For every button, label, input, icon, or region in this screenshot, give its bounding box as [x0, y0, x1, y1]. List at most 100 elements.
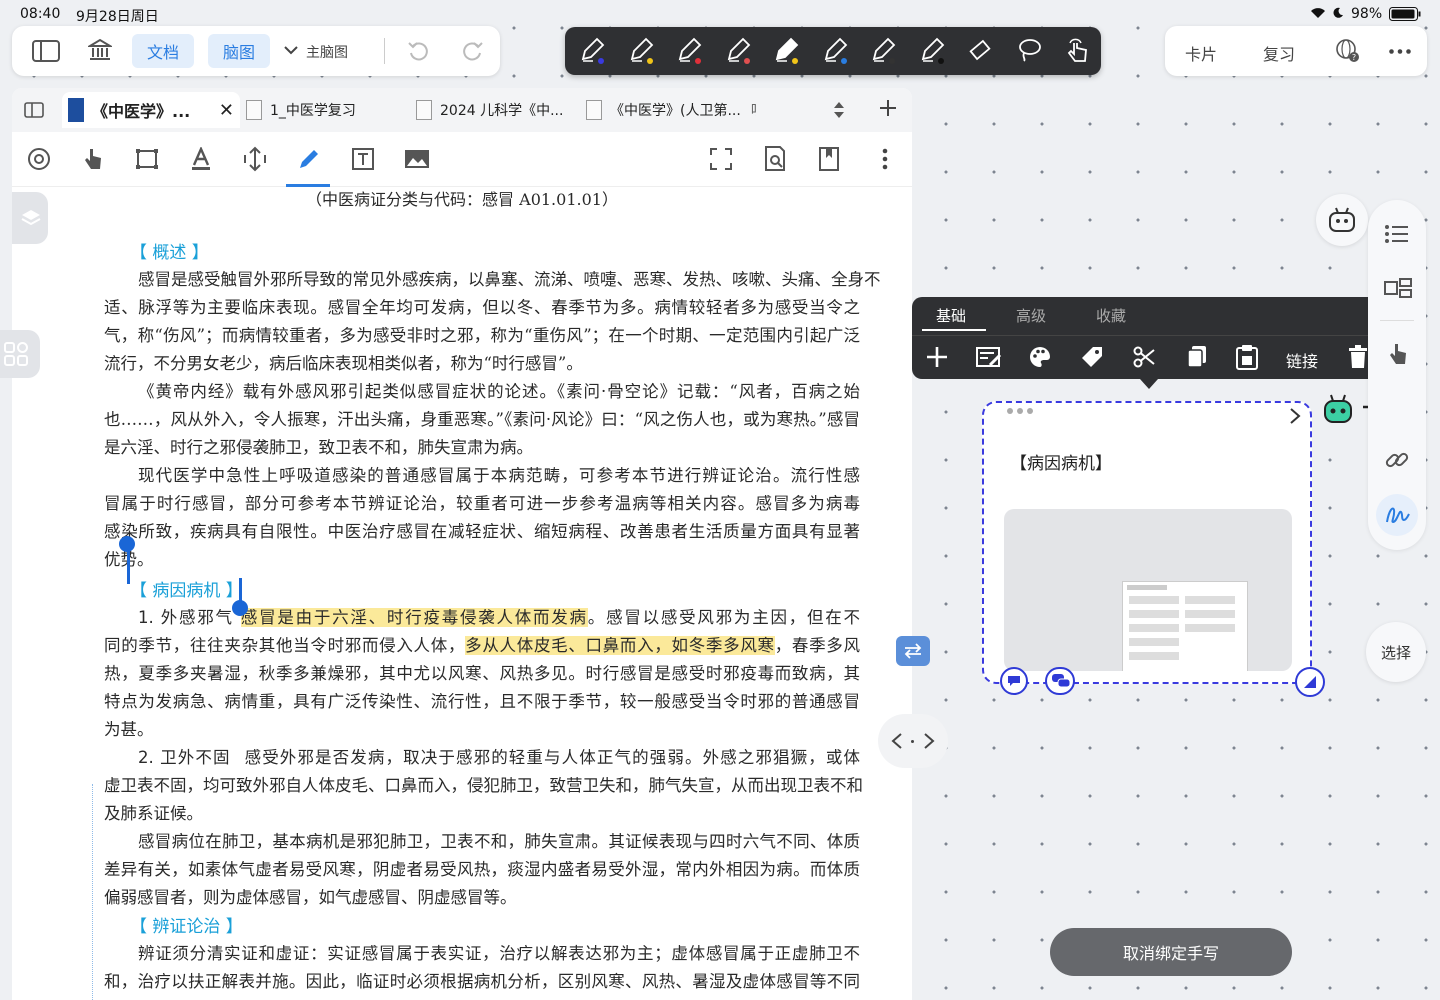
ai-assistant-button[interactable] — [1316, 194, 1368, 246]
handwriting-mode-button[interactable] — [1376, 494, 1418, 536]
mindmap-card[interactable]: 【病因病机】 — [982, 401, 1312, 684]
main-mindmap-selector[interactable]: 主脑图 — [306, 42, 348, 62]
swap-arrows-icon — [902, 642, 924, 660]
pen-toolbar — [565, 27, 1101, 75]
sidebar-toggle-icon[interactable] — [32, 40, 60, 62]
lasso-icon[interactable] — [1016, 37, 1042, 63]
select-button[interactable]: 选择 — [1366, 622, 1426, 682]
undo-icon[interactable] — [407, 40, 429, 62]
image-icon[interactable] — [402, 144, 432, 174]
hand-pointer-icon[interactable] — [78, 144, 108, 174]
more-vertical-icon[interactable] — [870, 144, 900, 174]
pen-icon[interactable] — [628, 37, 656, 65]
link-icon[interactable] — [1385, 448, 1409, 472]
highlighter-icon[interactable] — [725, 37, 753, 65]
drag-handle-icon[interactable] — [1006, 407, 1034, 415]
tab-zhongyixue-renwei[interactable]: 《中医学》(人卫第... 听 — [578, 92, 756, 128]
chat-button[interactable] — [1045, 667, 1075, 695]
touch-icon[interactable] — [1064, 37, 1090, 63]
resize-handle[interactable] — [1295, 667, 1325, 697]
highlighter-blue-icon[interactable] — [822, 37, 850, 65]
text-highlight-icon[interactable] — [186, 144, 216, 174]
settings-sync-icon[interactable] — [24, 144, 54, 174]
text-line: 适、脉浮等为主要临床表现。感冒全年均可发病，但以冬、春季节为多。病情较轻者多为感… — [104, 298, 860, 317]
card-title: 【病因病机】 — [1010, 454, 1112, 474]
card-button[interactable]: 卡片 — [1185, 41, 1217, 65]
marker-icon[interactable] — [773, 37, 801, 65]
grid-view-button[interactable] — [0, 330, 40, 378]
selection-handle-end[interactable] — [232, 600, 248, 616]
hand-pointer-icon[interactable] — [1388, 342, 1408, 366]
tab-bar: 《中医学》... ✕ 1_中医学复习 2024 儿科学《中... 《中医学》(人… — [12, 88, 912, 133]
item2-label: 2. 卫外不固 — [138, 748, 231, 767]
brush-icon[interactable] — [919, 37, 947, 65]
search-document-icon[interactable] — [760, 144, 790, 174]
bookmark-book-icon[interactable] — [814, 144, 844, 174]
comment-button[interactable] — [1000, 667, 1028, 695]
document-mode-button[interactable]: 文档 — [132, 34, 194, 68]
trash-icon[interactable] — [1348, 345, 1368, 369]
selection-handle-start[interactable] — [119, 536, 135, 552]
fountain-pen-icon[interactable] — [579, 37, 607, 65]
fullscreen-icon[interactable] — [706, 144, 736, 174]
sidebar-panel-icon[interactable] — [24, 102, 44, 118]
ctx-tab-favorites[interactable]: 收藏 — [1096, 305, 1126, 326]
ctx-tab-advanced[interactable]: 高级 — [1016, 305, 1046, 326]
text-line: 特点为发病急、病情重，具有广泛传染性、流行性，且不限于季节，较一般感受当令时邪的… — [104, 692, 860, 711]
item2-line: 2. 卫外不固 感受外邪是否发病，取决于感邪的轻重与人体正气的强弱。外感之邪猖獗，… — [138, 744, 860, 768]
resize-vertical-icon[interactable] — [240, 144, 270, 174]
tab-zhongyixue[interactable]: 《中医学》... ✕ — [62, 92, 240, 128]
palette-icon[interactable] — [1028, 345, 1052, 369]
add-icon[interactable] — [926, 346, 948, 368]
page-nav-control[interactable] — [878, 714, 948, 768]
item1-label: 1. 外感邪气 — [138, 608, 234, 627]
text-line: 和，治疗以扶正解表并施。因此，临证时必须根据病机分析，区别风寒、风热、暑湿及虚体… — [104, 972, 860, 991]
mindmap-mode-button[interactable]: 脑图 — [208, 34, 270, 68]
pen-red-icon[interactable] — [676, 37, 704, 65]
text-box-icon[interactable] — [348, 144, 378, 174]
unbind-handwriting-button[interactable]: 取消绑定手写 — [1050, 928, 1292, 976]
chevron-down-icon[interactable] — [284, 45, 298, 55]
tab-label: 1_中医学复习 — [270, 103, 356, 119]
more-horizontal-icon[interactable] — [1389, 49, 1411, 54]
card-image-thumbnail[interactable] — [1004, 509, 1292, 671]
chevron-left-icon[interactable] — [890, 732, 904, 750]
layout-icon[interactable] — [1384, 278, 1412, 298]
redo-icon[interactable] — [462, 40, 484, 62]
review-button[interactable]: 复习 — [1263, 41, 1295, 65]
highlighted-text[interactable]: 感冒是由于六淫、时行疫毒侵袭人体而发病 — [240, 608, 588, 627]
tab-label: 2024 儿科学《中... — [440, 103, 564, 119]
layers-button[interactable] — [12, 192, 48, 244]
link-button[interactable]: 链接 — [1286, 348, 1318, 372]
chevron-right-icon[interactable] — [922, 732, 936, 750]
swap-panels-button[interactable] — [896, 636, 930, 666]
paste-icon[interactable] — [1236, 344, 1258, 370]
chevron-right-icon[interactable] — [1289, 407, 1301, 425]
text-line: 《黄帝内经》载有外感风邪引起类似感冒症状的论述。《素问·骨空论》记载：“风者，百… — [138, 382, 860, 401]
link-marker-line — [92, 784, 93, 1000]
highlighted-text[interactable]: 多从人体皮毛、口鼻而入，如冬季多风寒 — [465, 636, 775, 655]
web-help-icon[interactable]: ? — [1335, 38, 1361, 64]
svg-text:?: ? — [1352, 53, 1356, 62]
tag-icon[interactable] — [1080, 345, 1104, 369]
add-tab-icon[interactable] — [878, 98, 898, 118]
outline-list-icon[interactable] — [1385, 224, 1409, 244]
tab-pediatrics[interactable]: 2024 儿科学《中... — [408, 92, 586, 128]
pen-edit-icon[interactable] — [294, 144, 324, 174]
edit-note-icon[interactable] — [976, 346, 1002, 368]
status-time: 08:40 — [20, 6, 61, 22]
copy-icon[interactable] — [1186, 345, 1208, 369]
text-line: 虚卫表不固，均可致外邪自人体皮毛、口鼻而入，侵犯肺卫，致营卫失和，肺气失宣，从而… — [104, 776, 863, 795]
select-rect-icon[interactable] — [132, 144, 162, 174]
close-icon[interactable]: ✕ — [219, 100, 234, 121]
ctx-tab-basic[interactable]: 基础 — [936, 305, 966, 326]
section-heading-treatment: 【 辨证论治 】 — [130, 917, 243, 937]
sort-arrows-icon[interactable] — [832, 100, 846, 120]
ai-robot-icon[interactable] — [1322, 392, 1354, 424]
document-page[interactable]: （中医病证分类与代码：感冒 A01.01.01） 【 概述 】 感冒是感受触冒外… — [12, 186, 912, 1000]
library-icon[interactable] — [88, 38, 112, 62]
pencil-icon[interactable] — [870, 37, 898, 65]
tab-zhongyixue-review[interactable]: 1_中医学复习 — [238, 92, 416, 128]
eraser-icon[interactable] — [967, 37, 993, 63]
scissors-icon[interactable] — [1132, 345, 1156, 369]
